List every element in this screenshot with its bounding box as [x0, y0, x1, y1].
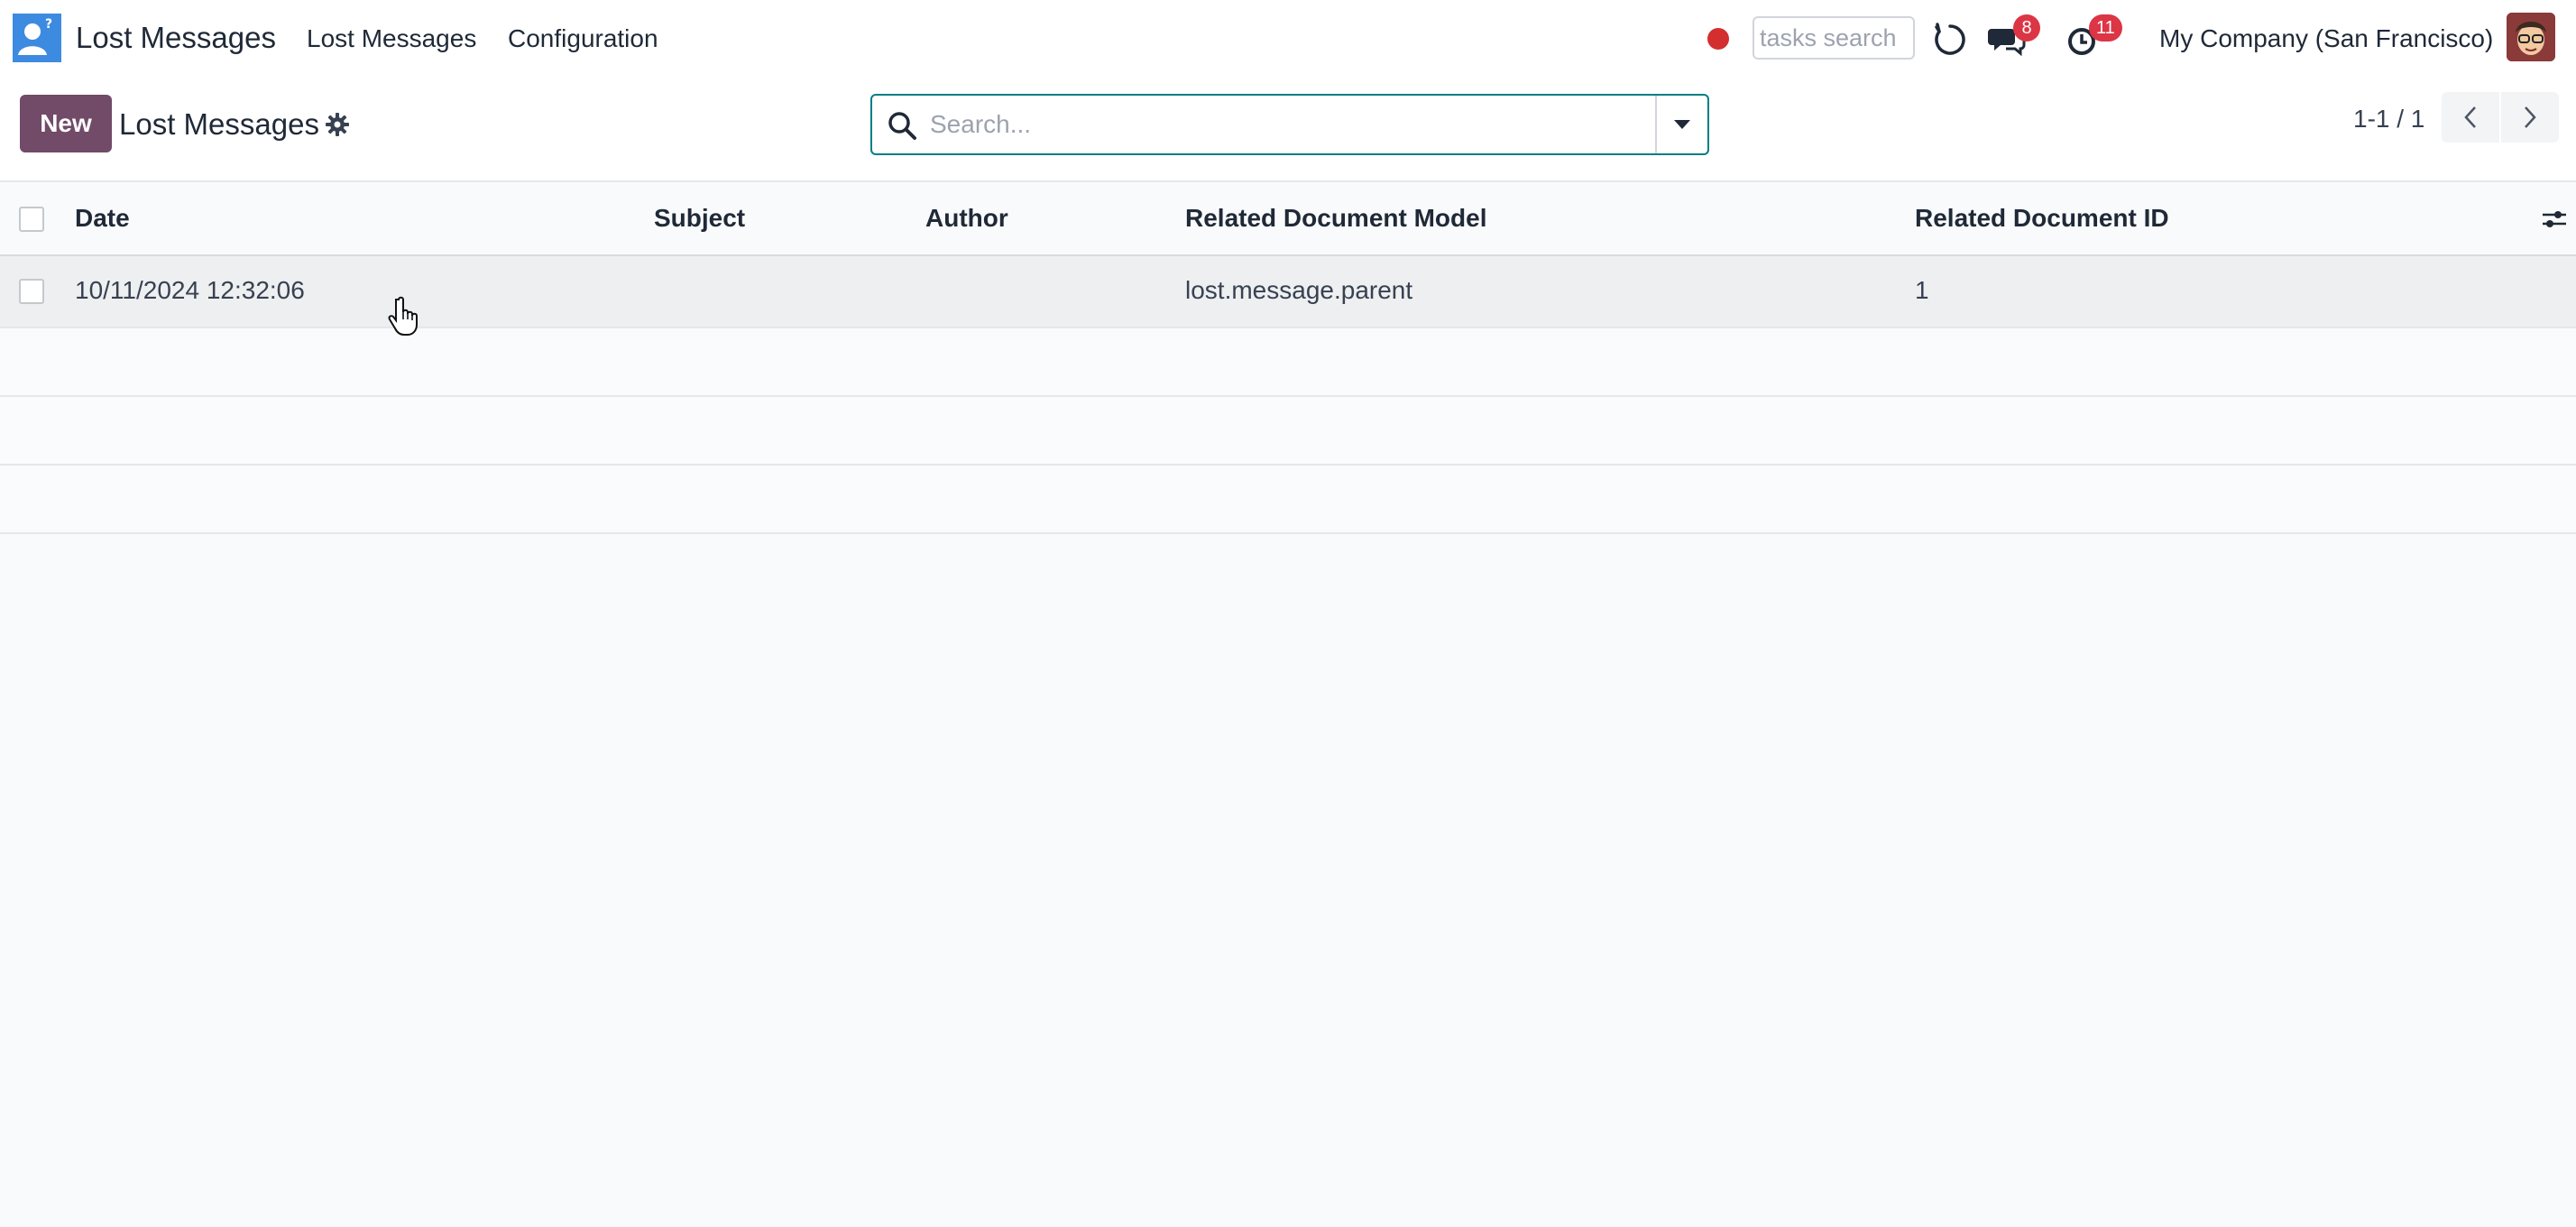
avatar[interactable]	[2507, 13, 2555, 61]
row-checkbox[interactable]	[19, 279, 44, 304]
app-logo-icon[interactable]: ?	[13, 14, 61, 62]
tasks-search-input[interactable]	[1753, 16, 1915, 60]
search-options-toggle[interactable]	[1655, 96, 1707, 153]
optional-columns-icon[interactable]	[2541, 206, 2568, 233]
column-header-author[interactable]: Author	[925, 202, 1008, 235]
empty-row	[0, 397, 2576, 466]
cell-res-id: 1	[1915, 276, 1929, 304]
chat-badge: 8	[2013, 14, 2040, 42]
column-header-res-id[interactable]: Related Document ID	[1915, 202, 2169, 235]
empty-row	[0, 466, 2576, 534]
list-view: Date Subject Author Related Document Mod…	[0, 182, 2576, 534]
phone-icon[interactable]	[1930, 20, 1970, 60]
svg-text:?: ?	[45, 17, 52, 32]
pager-next-button[interactable]	[2501, 92, 2559, 143]
chevron-right-icon	[2525, 106, 2536, 128]
table-header: Date Subject Author Related Document Mod…	[0, 182, 2576, 256]
search-input[interactable]	[930, 105, 1615, 144]
search-icon	[887, 110, 917, 141]
control-panel: New Lost Messages Search... 1-1 / 1	[0, 78, 2576, 182]
column-header-subject[interactable]: Subject	[654, 202, 745, 235]
gear-icon[interactable]	[325, 112, 350, 137]
select-all-checkbox[interactable]	[19, 207, 44, 232]
pager-previous-button[interactable]	[2442, 92, 2499, 143]
empty-row	[0, 328, 2576, 397]
column-header-model[interactable]: Related Document Model	[1185, 202, 1486, 235]
top-navbar: ? Lost Messages Lost Messages Configurat…	[0, 0, 2576, 78]
new-button[interactable]: New	[20, 95, 112, 152]
record-dot-icon[interactable]	[1707, 28, 1729, 50]
pager-value[interactable]: 1-1 / 1	[2353, 103, 2424, 135]
app-title[interactable]: Lost Messages	[76, 20, 276, 56]
caret-down-icon	[1674, 120, 1690, 129]
cell-model: lost.message.parent	[1185, 276, 1413, 304]
cell-date: 10/11/2024 12:32:06	[75, 276, 305, 304]
activity-badge: 11	[2089, 14, 2122, 42]
company-switcher[interactable]: My Company (San Francisco)	[2159, 23, 2493, 55]
search-box	[870, 94, 1709, 155]
menu-lost-messages[interactable]: Lost Messages	[307, 23, 476, 55]
column-header-date[interactable]: Date	[75, 202, 130, 235]
chevron-left-icon	[2464, 106, 2476, 128]
page-title: Lost Messages	[119, 107, 319, 141]
menu-configuration[interactable]: Configuration	[508, 23, 658, 55]
table-row[interactable]: 10/11/2024 12:32:06 lost.message.parent …	[0, 256, 2576, 328]
